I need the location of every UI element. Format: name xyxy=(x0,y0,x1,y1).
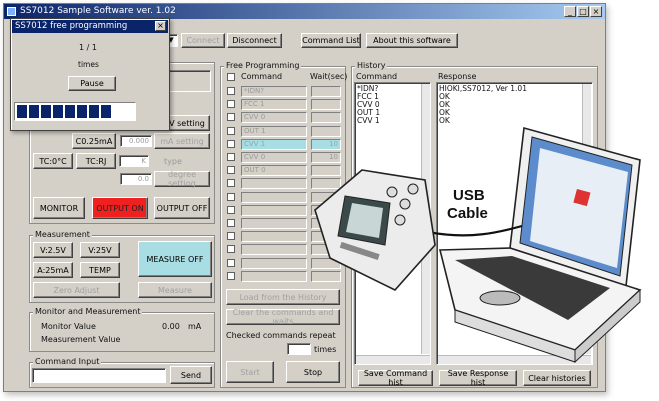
handheld-device-illustration xyxy=(314,169,436,291)
cable-label: Cable xyxy=(447,205,488,222)
device-illustration: USB Cable xyxy=(314,126,642,364)
laptop-illustration xyxy=(438,126,642,364)
usb-cable xyxy=(427,224,523,237)
usb-label: USB xyxy=(453,187,485,204)
